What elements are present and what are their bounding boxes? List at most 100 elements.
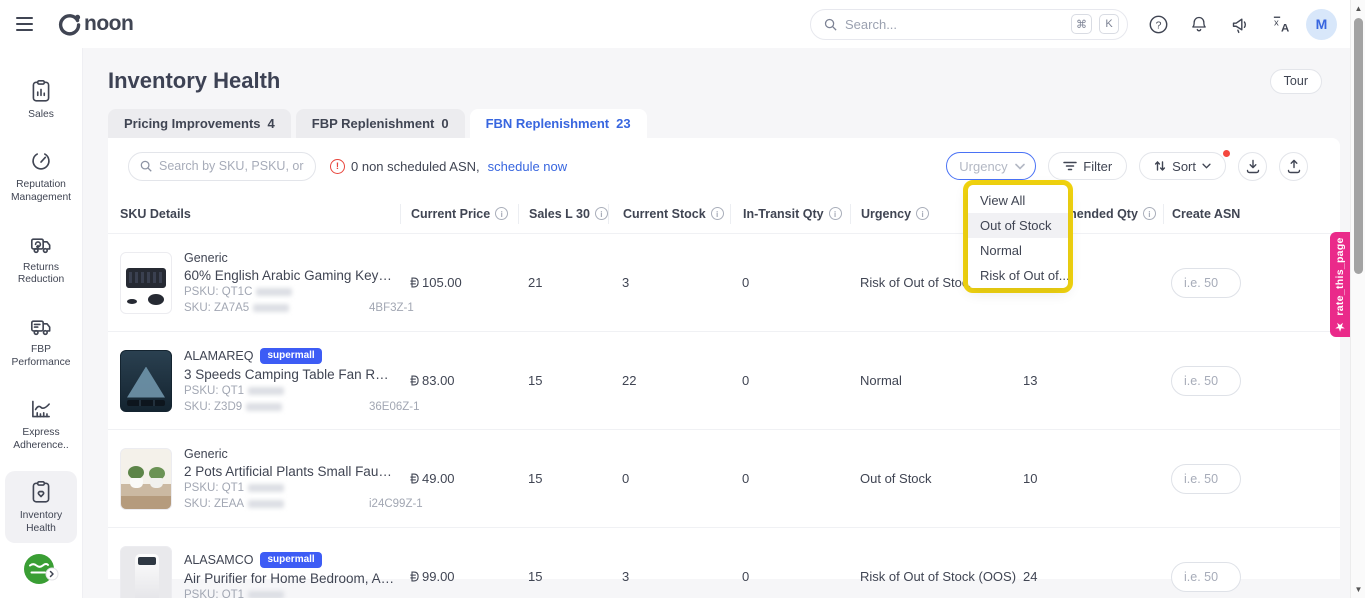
redacted-text — [248, 387, 284, 395]
svg-text:A: A — [1281, 22, 1289, 34]
column-current-stock: Current Stocki — [608, 204, 730, 224]
redacted-text — [256, 288, 292, 296]
clipboard-heart-icon — [28, 479, 54, 505]
gauge-icon — [28, 148, 54, 174]
info-icon[interactable]: i — [829, 207, 842, 220]
filter-button[interactable]: Filter — [1048, 152, 1127, 180]
info-icon[interactable]: i — [495, 207, 508, 220]
info-icon[interactable]: i — [711, 207, 724, 220]
sort-notification-dot — [1223, 150, 1230, 157]
sidebar-item-express-adherence[interactable]: Express Adherence.. — [5, 388, 77, 461]
sidebar-item-sales[interactable]: Sales — [5, 70, 77, 130]
logo-text: noon — [84, 12, 133, 36]
product-title[interactable]: 60% English Arabic Gaming Keyboard ... — [184, 268, 396, 283]
sidebar-item-reputation-management[interactable]: Reputation Management — [5, 140, 77, 213]
truck-icon — [28, 313, 54, 339]
cmd-key: ⌘ — [1071, 14, 1092, 34]
in-transit-qty-cell: 0 — [730, 471, 850, 486]
supermall-badge: supermall — [260, 552, 321, 568]
user-avatar[interactable]: M — [1306, 9, 1337, 40]
redacted-text — [246, 403, 282, 411]
tab-pricing-improvements[interactable]: Pricing Improvements4 — [108, 109, 291, 138]
current-price-cell: 99.00 — [400, 569, 518, 584]
recommended-qty-cell: 10 — [1013, 471, 1163, 486]
country-selector[interactable] — [21, 552, 61, 586]
notifications-bell-icon[interactable] — [1183, 8, 1215, 40]
page-title: Inventory Health — [108, 68, 280, 94]
brand-name[interactable]: Generic — [184, 251, 228, 265]
info-icon[interactable]: i — [916, 207, 929, 220]
product-title[interactable]: Air Purifier for Home Bedroom, Air Filt.… — [184, 571, 396, 586]
psku-text: PSKU: QT1 — [184, 482, 244, 494]
sku-suffix: 4BF3Z-1 — [369, 302, 414, 314]
tab-fbp-replenishment[interactable]: FBP Replenishment0 — [296, 109, 465, 138]
brand-name[interactable]: Generic — [184, 447, 228, 461]
product-thumbnail[interactable] — [120, 546, 172, 598]
star-icon: ★ — [1334, 320, 1346, 332]
supermall-badge: supermall — [260, 348, 321, 364]
scrollbar-thumb[interactable] — [1354, 18, 1363, 274]
schedule-now-link[interactable]: schedule now — [488, 159, 568, 174]
urgency-dropdown-option[interactable]: Out of Stock — [968, 213, 1068, 238]
product-title[interactable]: 2 Pots Artificial Plants Small Faux Plan… — [184, 464, 396, 479]
redacted-text — [248, 591, 284, 598]
upload-icon[interactable] — [1279, 152, 1308, 181]
create-asn-input[interactable] — [1171, 464, 1241, 494]
table-row: Generic 60% English Arabic Gaming Keyboa… — [108, 234, 1340, 332]
announcements-megaphone-icon[interactable] — [1224, 8, 1256, 40]
brand-name[interactable]: ALAMAREQ — [184, 349, 253, 363]
truck-return-icon — [28, 231, 54, 257]
scroll-down-arrow[interactable]: ▼ — [1351, 585, 1365, 594]
urgency-dropdown-option[interactable]: Risk of Out of... — [968, 263, 1068, 288]
line-chart-icon — [28, 396, 54, 422]
sku-text: SKU: ZEAA — [184, 498, 244, 510]
product-thumbnail[interactable] — [120, 350, 172, 412]
sort-button[interactable]: Sort — [1139, 152, 1226, 180]
sidebar-item-fbp-performance[interactable]: FBP Performance — [5, 305, 77, 378]
tab-fbn-replenishment[interactable]: FBN Replenishment23 — [470, 109, 647, 138]
help-icon[interactable]: ? — [1142, 8, 1174, 40]
scrollbar[interactable]: ▲ ▼ — [1350, 0, 1365, 598]
current-stock-cell: 0 — [608, 471, 730, 486]
current-price-cell: 49.00 — [400, 471, 518, 486]
table-header: SKU Details Current Pricei Sales L 30i C… — [108, 194, 1340, 234]
urgency-dropdown-option[interactable]: Normal — [968, 238, 1068, 263]
sales-l30-cell: 15 — [518, 569, 608, 584]
table-search[interactable] — [128, 152, 316, 181]
info-icon[interactable]: i — [595, 207, 608, 220]
dirham-currency-icon — [410, 473, 419, 484]
product-title[interactable]: 3 Speeds Camping Table Fan Recharg... — [184, 367, 396, 382]
create-asn-input[interactable] — [1171, 268, 1241, 298]
search-icon — [139, 159, 153, 173]
urgency-dropdown-option[interactable]: View All — [968, 188, 1068, 213]
in-transit-qty-cell: 0 — [730, 275, 850, 290]
current-price-cell: 105.00 — [400, 275, 518, 290]
scroll-up-arrow[interactable]: ▲ — [1351, 4, 1365, 13]
product-thumbnail[interactable] — [120, 448, 172, 510]
brand-name[interactable]: ALASAMCO — [184, 553, 253, 567]
download-icon[interactable] — [1238, 152, 1267, 181]
table-search-input[interactable] — [159, 159, 305, 173]
rate-this-page-tab[interactable]: ★rate_this_page — [1330, 232, 1350, 337]
column-in-transit-qty: In-Transit Qtyi — [730, 204, 850, 224]
sidebar-item-returns-reduction[interactable]: Returns Reduction — [5, 223, 77, 296]
noon-logo[interactable]: noon — [56, 11, 133, 37]
highlight-annotation-box: View All Out of Stock Normal Risk of Out… — [963, 180, 1073, 293]
tour-button[interactable]: Tour — [1270, 69, 1322, 94]
translate-icon[interactable]: xA — [1265, 8, 1297, 40]
tab-count: 4 — [268, 116, 275, 131]
global-search[interactable]: ⌘ K — [810, 9, 1128, 40]
urgency-select[interactable]: Urgency — [946, 152, 1036, 180]
create-asn-input[interactable] — [1171, 366, 1241, 396]
redacted-text — [248, 484, 284, 492]
dirham-currency-icon — [410, 277, 419, 288]
global-search-input[interactable] — [845, 17, 1064, 32]
sidebar-item-inventory-health[interactable]: Inventory Health — [5, 471, 77, 544]
product-thumbnail[interactable] — [120, 252, 172, 314]
alert-icon: ! — [330, 159, 345, 174]
info-icon[interactable]: i — [1143, 207, 1156, 220]
create-asn-input[interactable] — [1171, 562, 1241, 592]
menu-icon[interactable] — [16, 11, 42, 37]
urgency-dropdown-menu: View All Out of Stock Normal Risk of Out… — [968, 185, 1068, 288]
top-bar: noon ⌘ K ? xA M — [0, 0, 1365, 48]
